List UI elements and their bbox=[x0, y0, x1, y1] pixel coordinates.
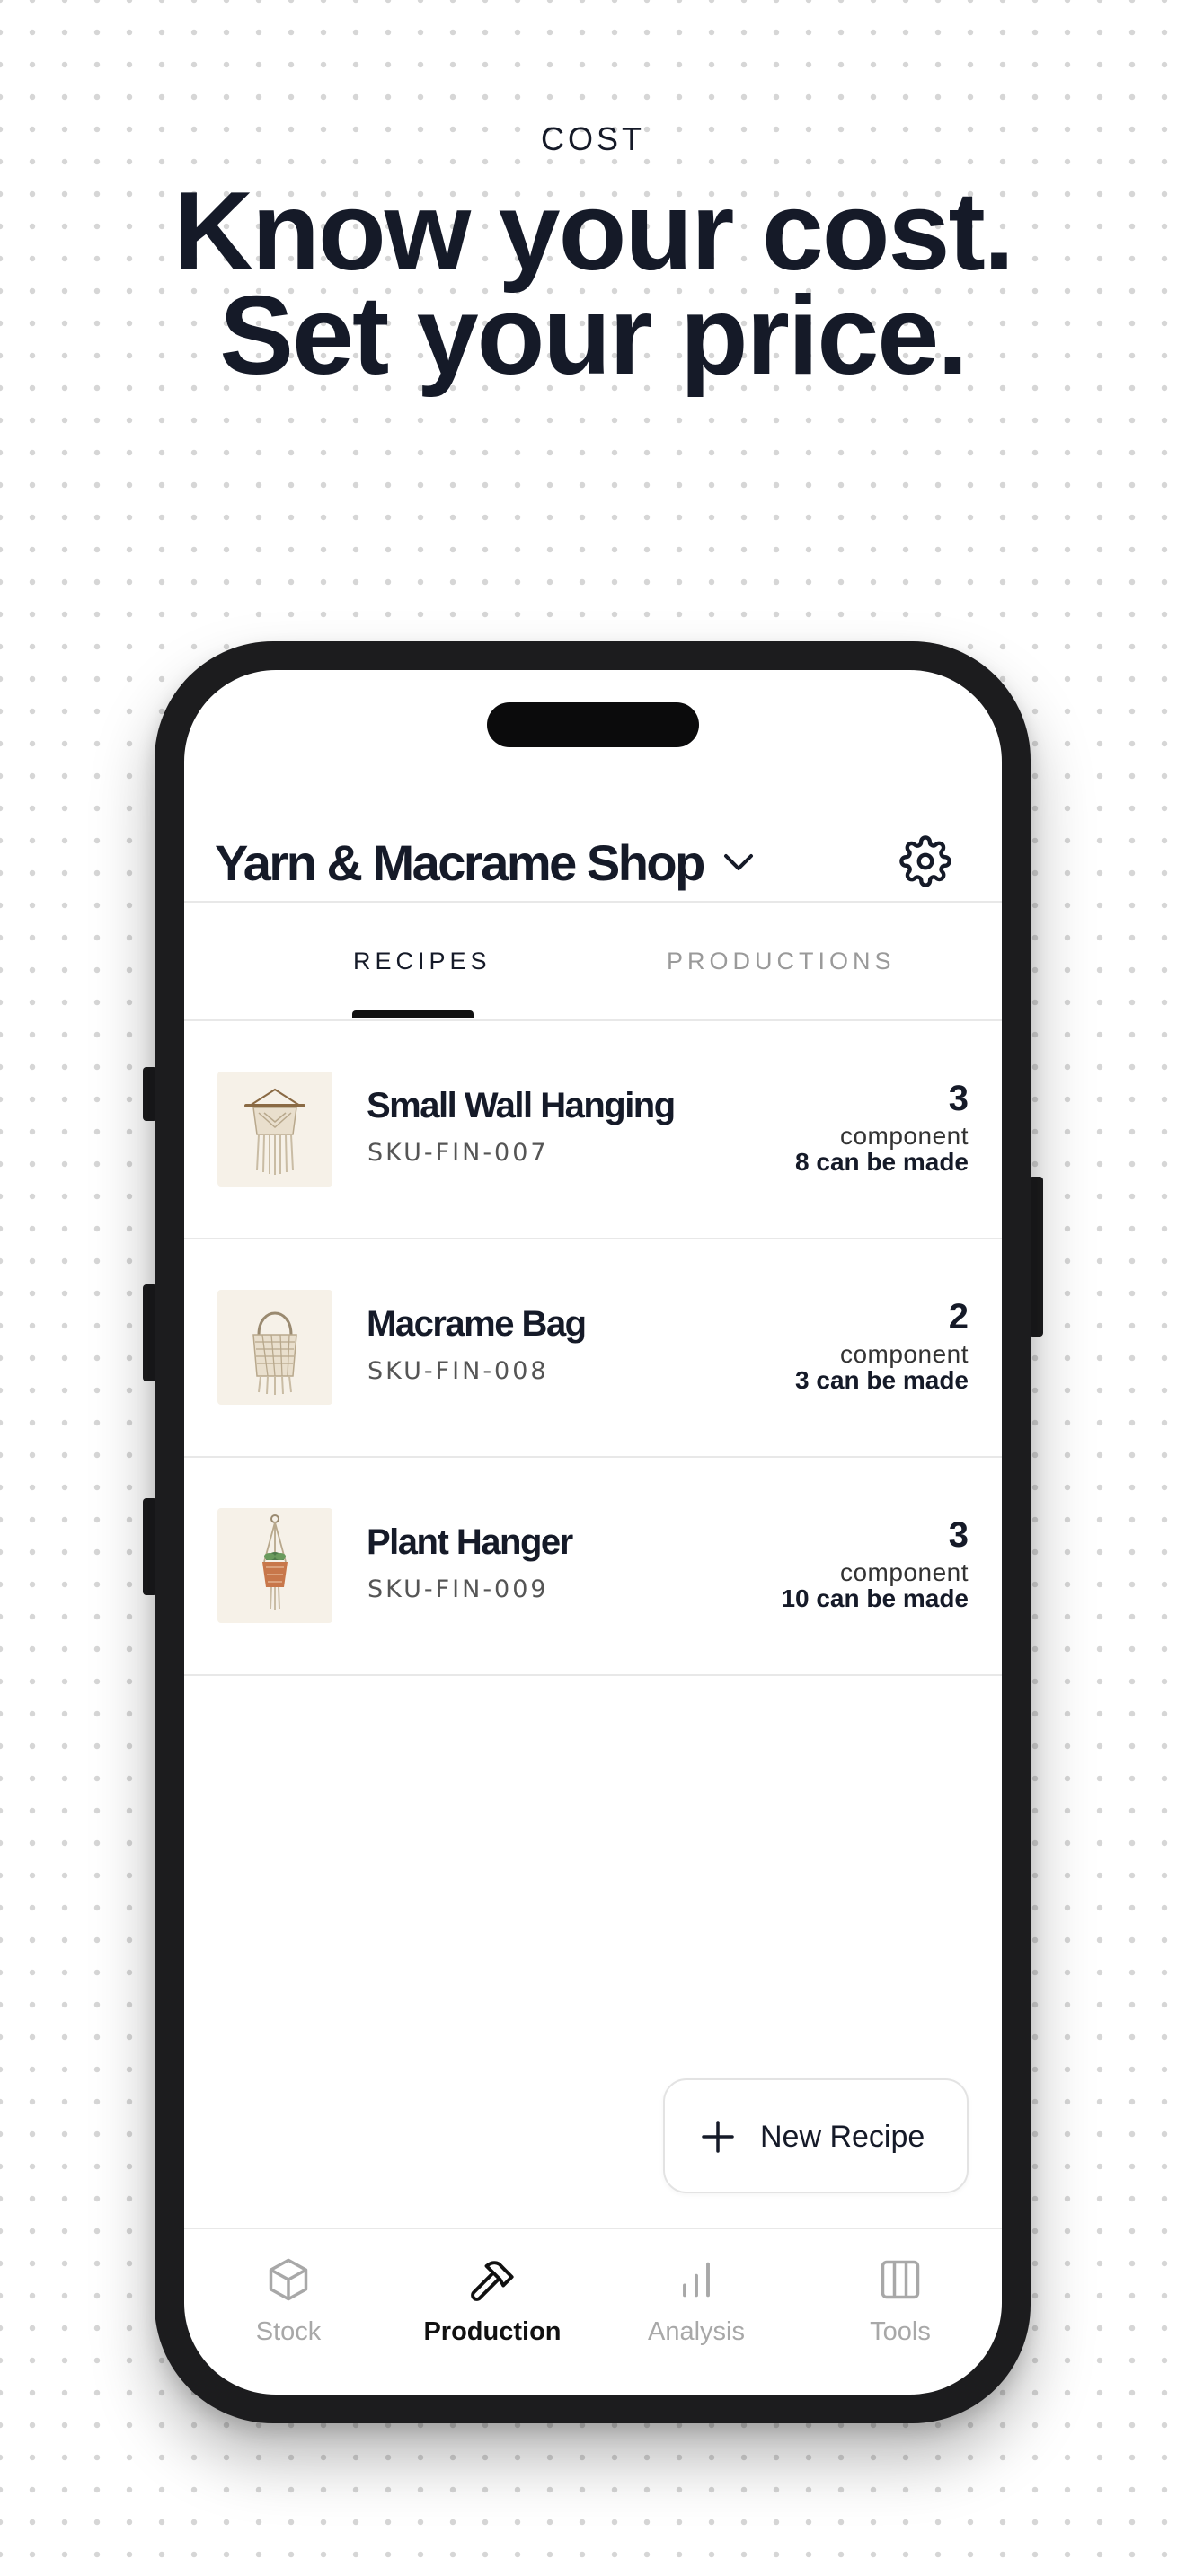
component-label: component bbox=[839, 1122, 969, 1150]
component-count: 3 bbox=[948, 1079, 969, 1118]
shop-name[interactable]: Yarn & Macrame Shop bbox=[215, 834, 705, 892]
component-count: 2 bbox=[948, 1297, 969, 1337]
box-icon bbox=[269, 2258, 308, 2301]
nav-item-stock[interactable]: Stock bbox=[199, 2251, 378, 2359]
columns-icon bbox=[881, 2260, 920, 2299]
plus-icon bbox=[702, 2121, 734, 2153]
recipe-sku: SKU-FIN-008 bbox=[367, 1357, 549, 1385]
component-label: component bbox=[839, 1558, 969, 1586]
headline-line-2: Set your price. bbox=[219, 274, 968, 398]
tab-recipes[interactable]: RECIPES bbox=[353, 948, 491, 975]
tab-bar: RECIPES PRODUCTIONS bbox=[184, 903, 1002, 1019]
recipe-sku: SKU-FIN-009 bbox=[367, 1575, 549, 1603]
nav-label-analysis: Analysis bbox=[648, 2317, 745, 2346]
recipe-name: Small Wall Hanging bbox=[367, 1086, 676, 1125]
can-be-made: 3 can be made bbox=[795, 1366, 969, 1394]
nav-item-tools[interactable]: Tools bbox=[810, 2251, 990, 2359]
recipe-sku: SKU-FIN-007 bbox=[367, 1139, 549, 1167]
recipe-name: Plant Hanger bbox=[367, 1522, 573, 1562]
eyebrow-label: COST bbox=[540, 120, 645, 157]
recipe-row[interactable]: Plant Hanger SKU-FIN-009 3 component 10 … bbox=[184, 1458, 1002, 1676]
phone-power-button bbox=[1029, 1177, 1043, 1337]
nav-item-production[interactable]: Production bbox=[403, 2251, 582, 2359]
macrame-bag-image bbox=[217, 1290, 332, 1405]
recipe-row[interactable]: Small Wall Hanging SKU-FIN-007 3 compone… bbox=[184, 1021, 1002, 1239]
nav-label-production: Production bbox=[423, 2317, 562, 2346]
active-tab-indicator bbox=[352, 1010, 474, 1018]
wall-hanging-image bbox=[217, 1072, 332, 1187]
bottom-nav: Stock Production Analysis Tools bbox=[184, 2228, 1002, 2395]
phone-screen: Yarn & Macrame Shop RECIPES PRODUCTIONS bbox=[184, 670, 1002, 2395]
tab-productions[interactable]: PRODUCTIONS bbox=[667, 948, 896, 975]
hammer-icon bbox=[471, 2261, 514, 2301]
recipe-name: Macrame Bag bbox=[367, 1304, 587, 1344]
nav-label-stock: Stock bbox=[255, 2317, 322, 2346]
can-be-made: 8 can be made bbox=[795, 1148, 969, 1176]
component-count: 3 bbox=[948, 1515, 969, 1555]
bar-chart-icon bbox=[683, 2262, 710, 2298]
can-be-made: 10 can be made bbox=[781, 1584, 969, 1612]
plant-hanger-image bbox=[217, 1508, 332, 1623]
chevron-down-icon[interactable] bbox=[721, 850, 757, 875]
gear-icon[interactable] bbox=[899, 835, 951, 887]
headline-line-1: Know your cost. bbox=[173, 170, 1015, 294]
new-recipe-label: New Recipe bbox=[760, 2120, 925, 2154]
dynamic-island bbox=[487, 702, 699, 747]
nav-item-analysis[interactable]: Analysis bbox=[606, 2251, 786, 2359]
nav-label-tools: Tools bbox=[870, 2317, 931, 2346]
component-label: component bbox=[839, 1340, 969, 1368]
recipe-row[interactable]: Macrame Bag SKU-FIN-008 2 component 3 ca… bbox=[184, 1239, 1002, 1458]
headline: Know your cost. Set your price. bbox=[0, 170, 1186, 398]
app-header: Yarn & Macrame Shop bbox=[184, 796, 1002, 899]
new-recipe-button[interactable]: New Recipe bbox=[663, 2078, 969, 2193]
